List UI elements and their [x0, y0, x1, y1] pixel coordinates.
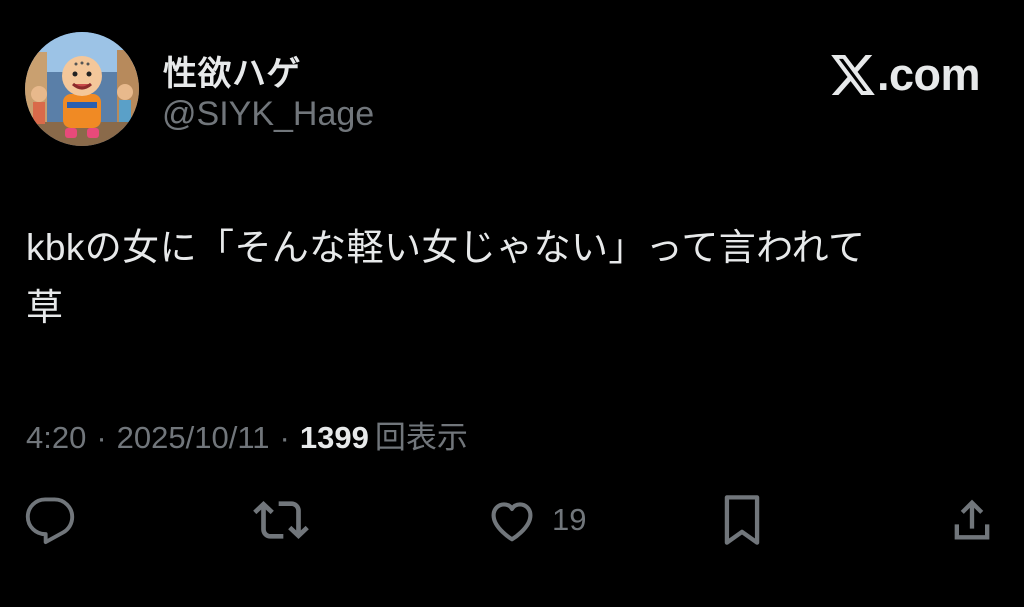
heart-icon: [491, 502, 533, 542]
share-icon: [954, 499, 990, 540]
tweet-meta: 4:20 · 2025/10/11 · 1399 回表示: [26, 412, 468, 457]
like-count[interactable]: 19: [552, 502, 586, 538]
avatar-image: [25, 32, 139, 146]
repost-button[interactable]: [253, 490, 309, 550]
action-bar: 19: [0, 490, 1024, 550]
avatar[interactable]: [25, 32, 139, 146]
share-button[interactable]: [946, 490, 998, 550]
bookmark-icon: [724, 495, 760, 545]
like-button[interactable]: 19: [486, 490, 586, 550]
views-label[interactable]: 回表示: [375, 412, 468, 457]
views-count[interactable]: 1399: [300, 420, 369, 456]
tweet-date[interactable]: 2025/10/11: [117, 420, 270, 456]
display-name[interactable]: 性欲ハゲ: [163, 46, 301, 95]
tweet-time[interactable]: 4:20: [26, 420, 86, 456]
bookmark-button[interactable]: [716, 490, 768, 550]
meta-separator: ·: [96, 420, 107, 455]
user-handle[interactable]: @SIYK_Hage: [162, 95, 374, 134]
reply-button[interactable]: [24, 490, 76, 550]
repost-icon: [253, 501, 309, 539]
meta-separator: ·: [279, 420, 290, 455]
x-com-domain: .com: [876, 49, 981, 100]
x-com-badge: .com: [831, 49, 981, 100]
tweet-text: kbkの女に「そんな軽い女じゃない」って言われて 草: [26, 227, 866, 328]
reply-icon: [25, 497, 75, 545]
x-logo-icon: [831, 54, 875, 95]
